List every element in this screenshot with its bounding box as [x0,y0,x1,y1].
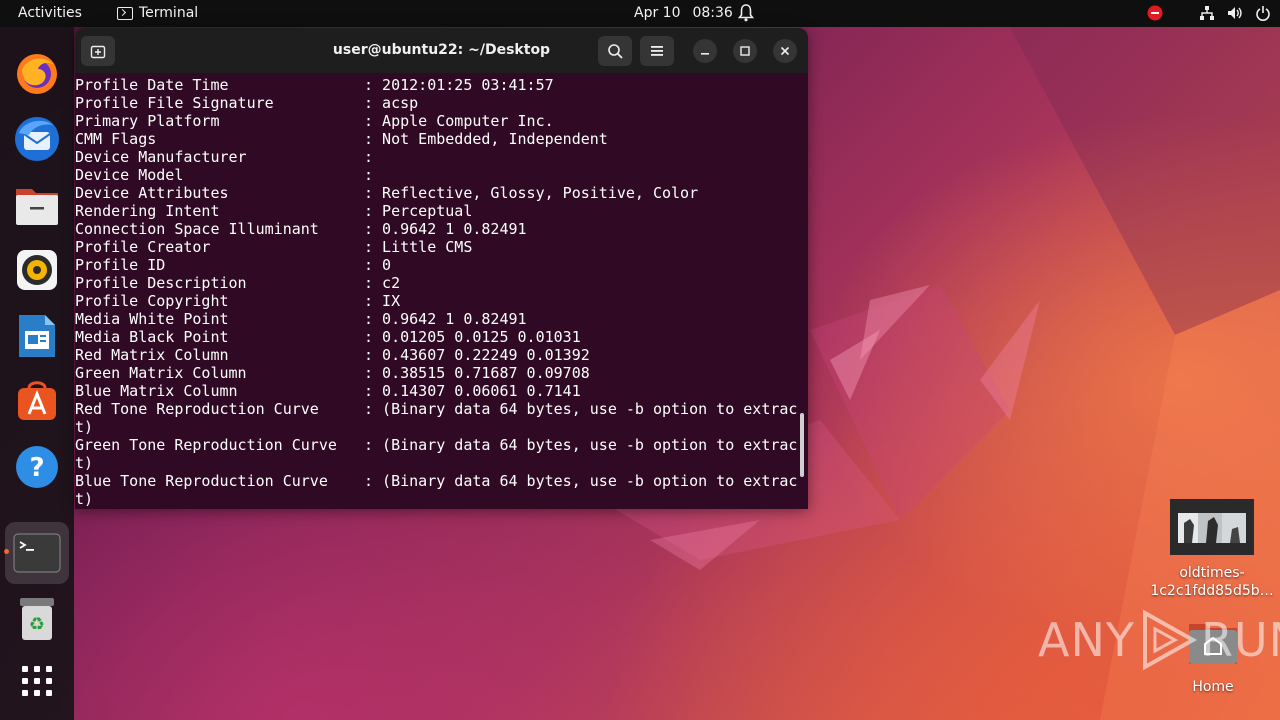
terminal-line: Profile ID : 0 [75,256,392,274]
anyrun-watermark: ANY RUN [1038,609,1280,671]
terminal-icon [13,533,61,573]
dock-thunderbird[interactable] [9,111,65,167]
hamburger-menu-icon [651,46,663,56]
file-thumbnail [1170,499,1254,555]
terminal-line: Profile Creator : Little CMS [75,238,473,256]
file-label-line1: oldtimes- [1179,565,1245,581]
network-icon[interactable] [1198,4,1216,22]
terminal-scrollbar[interactable] [800,413,804,477]
play-logo-icon [1142,609,1198,671]
notification-bell-icon[interactable] [737,4,755,26]
help-icon: ? [16,446,58,488]
terminal-line: Blue Tone Reproduction Curve : (Binary d… [75,472,798,490]
dock-firefox[interactable] [9,46,65,102]
menu-button[interactable] [640,36,674,66]
close-button[interactable] [773,39,797,63]
dock-terminal[interactable] [5,522,69,584]
home-label: Home [1192,679,1234,695]
terminal-line: Device Manufacturer : [75,148,374,166]
files-icon [16,189,58,225]
terminal-small-icon [117,6,133,20]
app-grid-icon [22,666,52,696]
terminal-line: Device Model : [75,166,374,184]
dock-help[interactable]: ? [9,439,65,495]
clock-time: 08:36 [692,5,733,21]
minimize-button[interactable] [693,39,717,63]
terminal-line: Rendering Intent : Perceptual [75,202,473,220]
terminal-output[interactable]: Profile Date Time : 2012:01:25 03:41:57 P… [75,73,808,509]
volume-icon[interactable] [1226,4,1244,22]
search-icon [608,44,623,59]
terminal-line: CMM Flags : Not Embedded, Independent [75,130,608,148]
dock-show-apps[interactable] [9,653,65,709]
trash-icon: ♻ [20,598,54,640]
app-menu[interactable]: Terminal [117,5,198,21]
terminal-line: Media Black Point : 0.01205 0.0125 0.010… [75,328,581,346]
terminal-line: Profile Date Time : 2012:01:25 03:41:57 [75,76,554,94]
terminal-window[interactable]: user@ubuntu22: ~/Desktop Profile Date Ti… [75,28,808,509]
clock[interactable]: Apr 10 08:36 [634,5,733,21]
dock: ? ♻ [0,27,74,720]
terminal-titlebar[interactable]: user@ubuntu22: ~/Desktop [75,28,808,73]
terminal-line: t) [75,490,94,508]
dock-files[interactable] [9,177,65,233]
watermark-left: ANY [1038,613,1135,667]
terminal-line: Profile Description : c2 [75,274,401,292]
power-icon[interactable] [1254,4,1272,22]
thunderbird-icon [15,117,59,161]
close-icon [780,46,790,56]
desktop-file-oldtimes[interactable]: oldtimes- 1c2c1fdd85d5b… [1148,499,1276,600]
watermark-right: RUN [1200,613,1280,667]
minimize-icon [701,53,709,55]
search-button[interactable] [598,36,632,66]
terminal-line: Media White Point : 0.9642 1 0.82491 [75,310,527,328]
terminal-line: Red Matrix Column : 0.43607 0.22249 0.01… [75,346,590,364]
terminal-line: t) [75,454,94,472]
terminal-line: Green Matrix Column : 0.38515 0.71687 0.… [75,364,590,382]
clock-date: Apr 10 [634,5,681,21]
rhythmbox-icon [17,250,57,290]
terminal-line: Profile Copyright : IX [75,292,401,310]
firefox-icon [17,54,57,94]
dock-writer[interactable] [9,308,65,364]
maximize-button[interactable] [733,39,757,63]
terminal-line: Connection Space Illuminant : 0.9642 1 0… [75,220,527,238]
maximize-icon [740,46,750,56]
terminal-line: Primary Platform : Apple Computer Inc. [75,112,554,130]
app-menu-label: Terminal [139,5,199,21]
do-not-disturb-icon[interactable] [1146,4,1164,22]
terminal-line: Profile File Signature : acsp [75,94,419,112]
app-center-icon [18,381,56,420]
terminal-line: Blue Matrix Column : 0.14307 0.06061 0.7… [75,382,581,400]
terminal-line: t) [75,418,94,436]
activities-button[interactable]: Activities [18,5,82,21]
writer-icon [19,315,55,357]
file-label-line2: 1c2c1fdd85d5b… [1150,583,1274,599]
dock-rhythmbox[interactable] [9,242,65,298]
terminal-line: Green Tone Reproduction Curve : (Binary … [75,436,798,454]
dock-app-center[interactable] [9,373,65,429]
terminal-line: Red Tone Reproduction Curve : (Binary da… [75,400,798,418]
svg-text:♻: ♻ [29,614,45,635]
dock-trash[interactable]: ♻ [9,591,65,647]
top-bar: Activities Terminal Apr 10 08:36 [0,0,1280,27]
svg-text:?: ? [29,453,44,483]
system-tray[interactable] [1146,4,1272,22]
terminal-line: Device Attributes : Reflective, Glossy, … [75,184,699,202]
